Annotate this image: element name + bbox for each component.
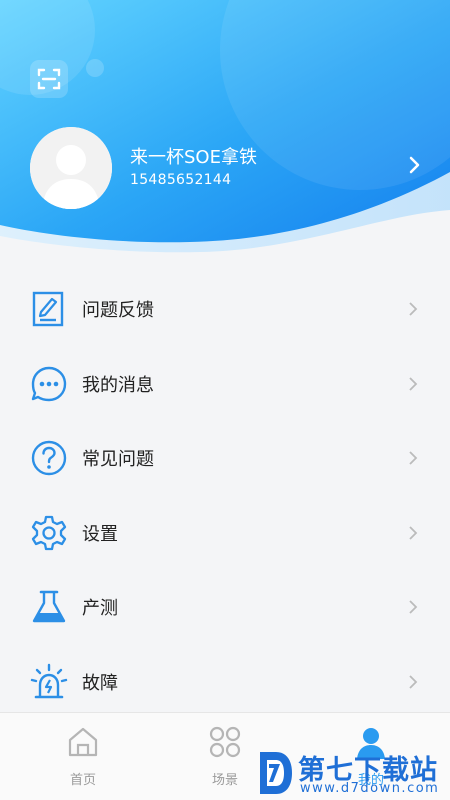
tab-home[interactable]: 首页 xyxy=(8,713,158,800)
menu-item-label: 问题反馈 xyxy=(82,300,154,322)
menu-item-messages[interactable]: 我的消息 xyxy=(0,347,450,422)
menu-item-feedback[interactable]: 问题反馈 xyxy=(0,272,450,347)
chevron-right-icon xyxy=(409,675,418,689)
menu-item-label: 我的消息 xyxy=(82,374,154,396)
menu-item-faq[interactable]: 常见问题 xyxy=(0,421,450,496)
menu-list: 问题反馈 我的消息 常见问题 设置 产测 故障 xyxy=(0,272,450,719)
chevron-right-icon xyxy=(409,600,418,614)
username[interactable]: 来一杯SOE拿铁 xyxy=(130,143,257,169)
profile-chevron-right-icon[interactable] xyxy=(404,155,424,175)
chevron-right-icon xyxy=(409,526,418,540)
menu-item-label: 设置 xyxy=(82,523,118,545)
menu-item-fault[interactable]: 故障 xyxy=(0,645,450,720)
gear-icon xyxy=(31,515,67,550)
tab-label: 首页 xyxy=(69,773,96,788)
user-phone: 15485652144 xyxy=(130,172,232,188)
menu-item-label: 常见问题 xyxy=(82,449,154,471)
scan-button[interactable] xyxy=(30,60,68,98)
chevron-right-icon xyxy=(409,377,418,391)
feedback-document-icon xyxy=(32,292,64,327)
menu-item-label: 产测 xyxy=(82,598,118,620)
profile-header: 来一杯SOE拿铁 15485652144 xyxy=(0,0,450,260)
message-bubble-icon xyxy=(31,366,67,401)
d7down-logo-icon xyxy=(260,752,292,794)
chevron-right-icon xyxy=(409,302,418,316)
menu-item-production-test[interactable]: 产测 xyxy=(0,570,450,645)
avatar[interactable] xyxy=(30,127,112,209)
question-circle-icon xyxy=(31,441,67,476)
scene-grid-icon xyxy=(209,726,241,758)
flask-icon xyxy=(32,590,66,623)
watermark: 第七下载站 www.d7down.com xyxy=(252,748,450,800)
chevron-right-icon xyxy=(409,451,418,465)
home-icon xyxy=(68,727,98,757)
menu-item-label: 故障 xyxy=(82,672,118,694)
default-avatar-icon xyxy=(30,127,112,209)
scan-icon xyxy=(37,68,61,90)
alarm-light-icon xyxy=(30,663,68,699)
menu-item-settings[interactable]: 设置 xyxy=(0,496,450,571)
watermark-url: www.d7down.com xyxy=(300,781,440,796)
